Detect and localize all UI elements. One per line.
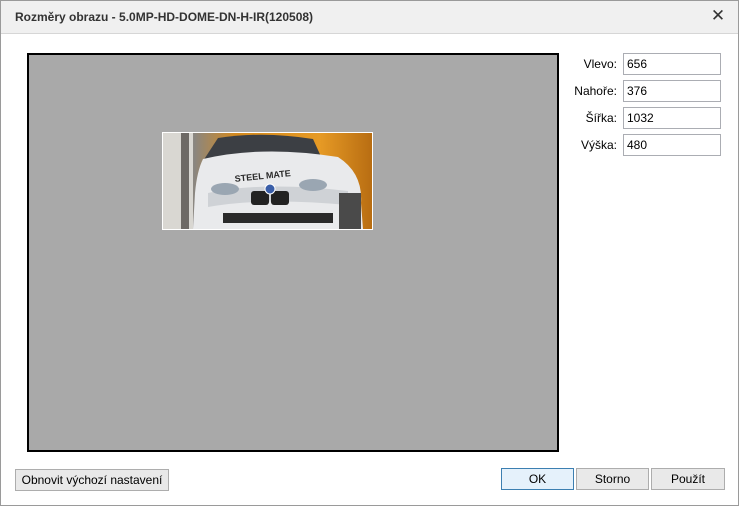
height-input[interactable]: 480	[623, 134, 721, 156]
ok-button[interactable]: OK	[501, 468, 574, 490]
image-preview[interactable]: STEEL MATE	[27, 53, 559, 452]
left-input[interactable]: 656	[623, 53, 721, 75]
window-title: Rozměry obrazu - 5.0MP-HD-DOME-DN-H-IR(1…	[15, 10, 314, 24]
width-row: Šířka: 1032	[561, 107, 721, 129]
dialog-window: Rozměry obrazu - 5.0MP-HD-DOME-DN-H-IR(1…	[0, 0, 739, 506]
region-of-interest[interactable]: STEEL MATE	[162, 132, 373, 230]
cancel-button[interactable]: Storno	[576, 468, 649, 490]
left-row: Vlevo: 656	[561, 53, 721, 75]
camera-snapshot-image: STEEL MATE	[163, 133, 372, 229]
apply-button[interactable]: Použít	[651, 468, 725, 490]
reset-defaults-button[interactable]: Obnovit výchozí nastavení	[15, 469, 169, 491]
top-input[interactable]: 376	[623, 80, 721, 102]
title-bar: Rozměry obrazu - 5.0MP-HD-DOME-DN-H-IR(1…	[1, 1, 738, 34]
close-icon[interactable]: ✕	[708, 6, 728, 26]
width-input[interactable]: 1032	[623, 107, 721, 129]
height-row: Výška: 480	[561, 134, 721, 156]
top-label: Nahoře:	[574, 84, 617, 98]
height-label: Výška:	[580, 138, 617, 152]
width-label: Šířka:	[585, 111, 617, 125]
left-label: Vlevo:	[583, 57, 617, 71]
top-row: Nahoře: 376	[561, 80, 721, 102]
